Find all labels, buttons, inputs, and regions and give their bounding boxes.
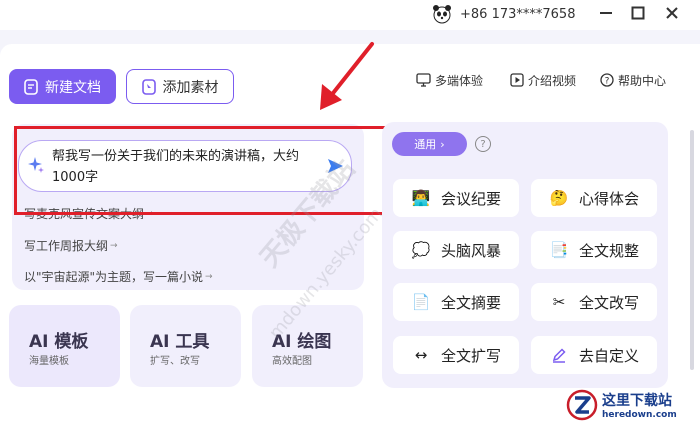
suggestion-label: 以"宇宙起源"为主题，写一篇小说 [24, 270, 204, 284]
category-label: 通用 [414, 138, 437, 151]
edit-icon [549, 345, 569, 365]
meeting-icon: 👨‍💻 [411, 189, 431, 207]
tool-subtitle: 扩写、改写 [150, 356, 200, 367]
add-material-button[interactable]: 添加素材 [126, 69, 234, 104]
option-label: 会议纪要 [441, 189, 502, 208]
option-reflections[interactable]: 🤔 心得体会 [531, 179, 657, 217]
document-icon [24, 78, 38, 95]
suggestion-label: 写麦克风宣传文案大纲 [24, 207, 145, 221]
option-summary[interactable]: 📄 全文摘要 [393, 283, 519, 321]
arrow-right-icon: → [146, 208, 154, 219]
option-custom[interactable]: 去自定义 [531, 336, 657, 374]
user-phone: +86 173****7658 [460, 6, 576, 22]
tool-subtitle: 海量模板 [29, 356, 69, 367]
close-icon [666, 7, 678, 19]
prompt-text: 帮我写一份关于我们的未来的演讲稿，大约1000字 [52, 149, 300, 185]
minimize-button[interactable] [596, 4, 616, 22]
maximize-icon [631, 6, 645, 20]
option-label: 全文扩写 [441, 346, 502, 365]
rewrite-icon: ✂ [552, 293, 566, 311]
minimize-icon [600, 12, 612, 14]
option-expand[interactable]: ↔ 全文扩写 [393, 336, 519, 374]
option-label: 心得体会 [579, 189, 640, 208]
close-button[interactable] [662, 4, 682, 22]
intro-video-link[interactable]: 介绍视频 [510, 71, 576, 89]
help-center-label: 帮助中心 [618, 73, 667, 88]
title-bar [0, 0, 700, 30]
monitor-icon [416, 73, 431, 87]
category-pill[interactable]: 通用 › [392, 132, 467, 156]
tool-title: AI 模板 [29, 332, 89, 352]
new-document-label: 新建文档 [45, 79, 101, 96]
brainstorm-icon: 💭 [411, 241, 431, 259]
thinking-icon: 🤔 [549, 189, 569, 207]
suggestion-item[interactable]: 以"宇宙起源"为主题，写一篇小说 → [24, 268, 213, 285]
ai-drawing-card[interactable]: AI 绘图 高效配图 [252, 305, 363, 387]
ai-template-card[interactable]: AI 模板 海量模板 [9, 305, 120, 387]
option-organize[interactable]: 📑 全文规整 [531, 231, 657, 269]
arrow-right-icon: → [205, 271, 213, 282]
intro-video-label: 介绍视频 [528, 73, 577, 88]
option-label: 去自定义 [579, 346, 640, 365]
scrollbar[interactable] [690, 130, 694, 370]
multi-device-label: 多端体验 [435, 73, 484, 88]
send-icon[interactable] [326, 157, 344, 175]
panda-avatar-icon [433, 5, 451, 24]
option-brainstorm[interactable]: 💭 头脑风暴 [393, 231, 519, 269]
option-meeting-minutes[interactable]: 👨‍💻 会议纪要 [393, 179, 519, 217]
sparkle-icon [28, 157, 44, 173]
multi-device-link[interactable]: 多端体验 [416, 71, 483, 89]
arrow-right-icon: → [110, 240, 118, 251]
help-center-link[interactable]: ? 帮助中心 [600, 71, 666, 89]
new-document-button[interactable]: 新建文档 [9, 69, 116, 104]
tool-title: AI 工具 [150, 332, 210, 352]
summary-icon: 📄 [411, 293, 431, 311]
svg-text:?: ? [605, 77, 610, 87]
logo-cn-text: 这里下载站 [602, 392, 672, 409]
option-label: 全文摘要 [441, 293, 502, 312]
tool-subtitle: 高效配图 [272, 356, 312, 367]
material-icon [141, 78, 156, 95]
maximize-button[interactable] [628, 4, 648, 22]
site-logo: 这里下载站 heredown.com [566, 386, 700, 423]
option-label: 头脑风暴 [441, 241, 502, 260]
logo-z-icon [566, 389, 598, 420]
help-icon[interactable]: ? [475, 136, 491, 152]
logo-en-text: heredown.com [602, 409, 677, 420]
tool-title: AI 绘图 [272, 332, 332, 352]
organize-icon: 📑 [549, 241, 569, 259]
option-rewrite[interactable]: ✂ 全文改写 [531, 283, 657, 321]
suggestion-item[interactable]: 写工作周报大纲 → [24, 237, 118, 254]
suggestion-item[interactable]: 写麦克风宣传文案大纲 → [24, 205, 154, 222]
user-account[interactable]: +86 173****7658 [432, 4, 575, 24]
play-icon [510, 73, 524, 87]
expand-icon: ↔ [414, 346, 428, 364]
suggestion-label: 写工作周报大纲 [24, 239, 109, 253]
ai-tools-card[interactable]: AI 工具 扩写、改写 [130, 305, 241, 387]
add-material-label: 添加素材 [162, 79, 219, 96]
help-icon: ? [600, 73, 614, 87]
option-label: 全文规整 [579, 241, 640, 260]
option-label: 全文改写 [579, 293, 640, 312]
chevron-right-icon: › [440, 137, 445, 151]
